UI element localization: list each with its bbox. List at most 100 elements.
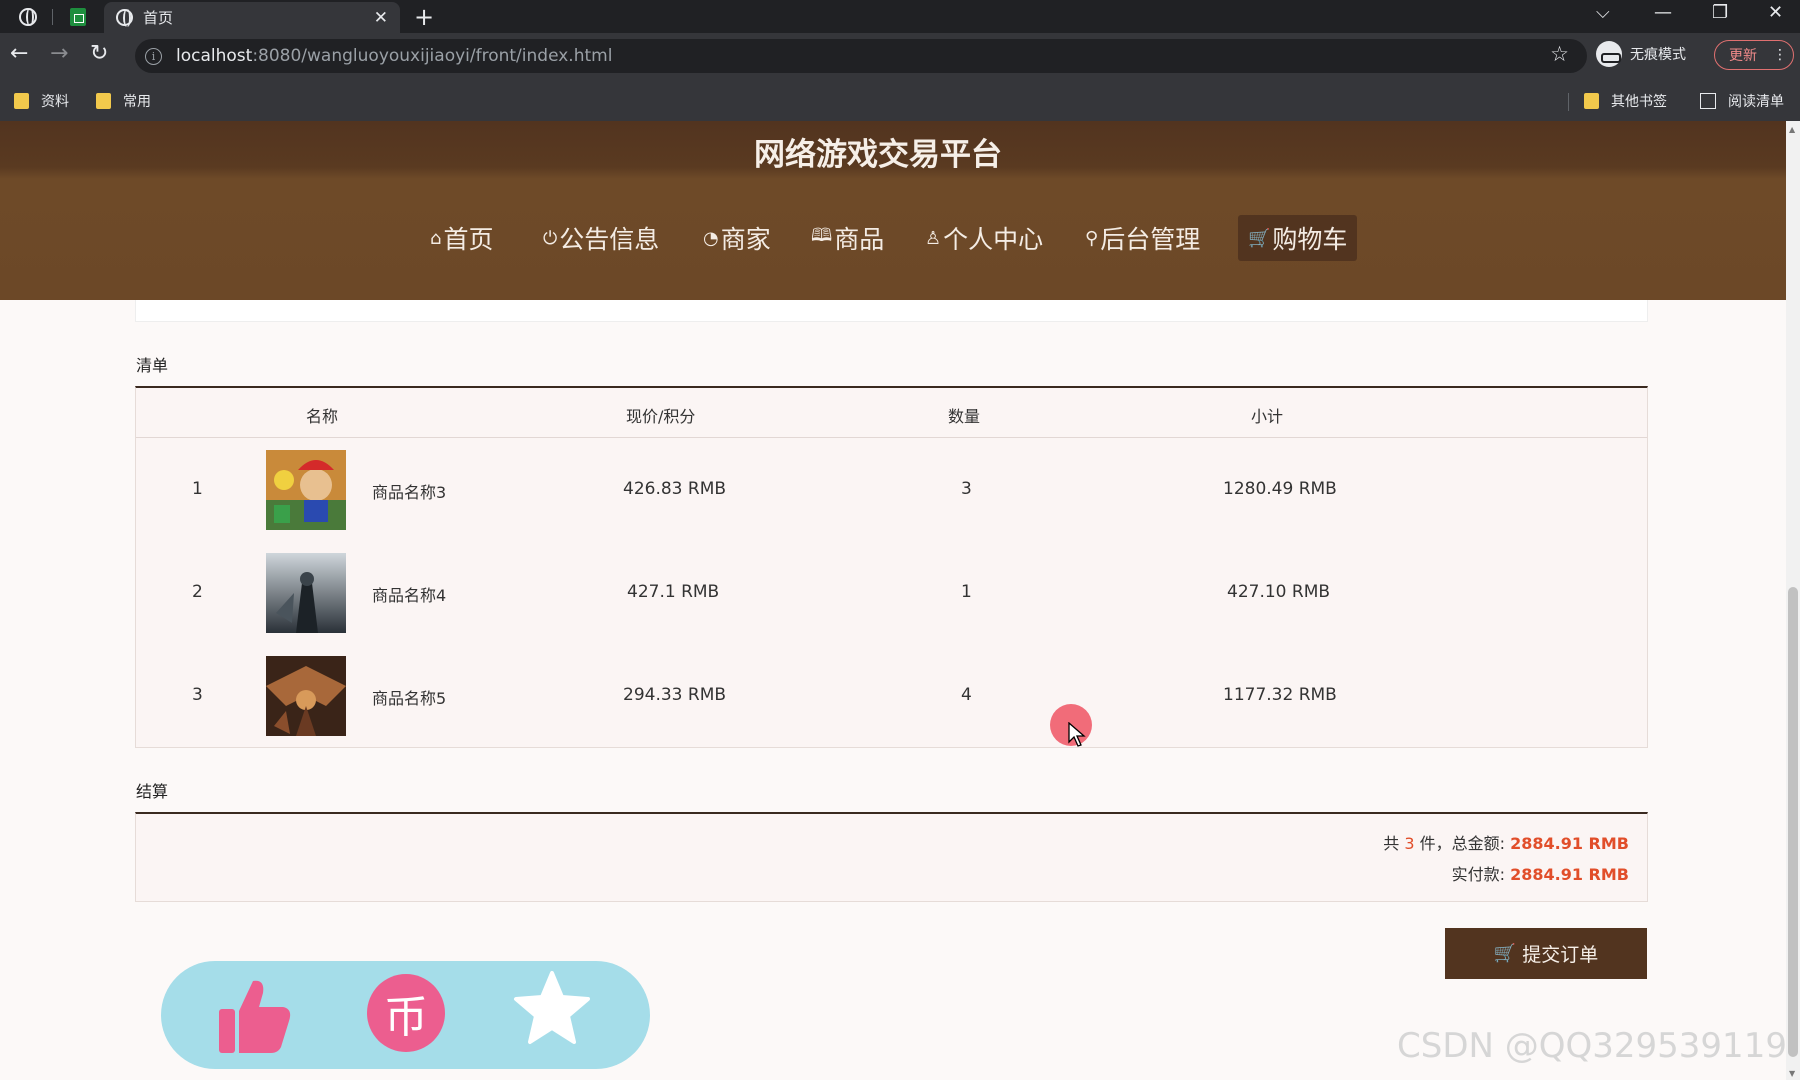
user-icon: ♙ <box>925 227 942 249</box>
star-icon[interactable] <box>513 969 591 1047</box>
nav-label: 首页 <box>443 225 494 254</box>
submit-order-label: 提交订单 <box>1522 944 1599 966</box>
forward-icon[interactable]: → <box>50 41 68 66</box>
bookmarks-bar: 资料 常用 其他书签 阅读清单 <box>0 83 1800 121</box>
page-scrollbar[interactable]: ▲ ▼ <box>1786 121 1800 1080</box>
back-icon[interactable]: ← <box>10 41 28 66</box>
product-subtotal: 1177.32 RMB <box>1223 685 1337 705</box>
coin-icon[interactable]: 币 <box>367 974 445 1052</box>
site-header: 网络游戏交易平台 ⌂ 首页 ⏻ 公告信息 ◔ 商家 🕮 商品 ♙ 个人中心 ⚲ 后台管理 🛒… <box>0 121 1786 300</box>
tab-search-icon[interactable]: ⌵ <box>1596 2 1610 23</box>
bookmark-separator <box>1568 93 1569 111</box>
browser-toolbar: ← → ↻ i localhost:8080/wangluoyouxijiaoy… <box>0 33 1800 121</box>
menu-dots-icon[interactable]: ⋮ <box>1773 47 1787 63</box>
product-qty: 3 <box>961 479 972 499</box>
url-path: :8080/wangluoyouxijiaoyi/front/index.htm… <box>252 46 613 66</box>
reading-list[interactable]: 阅读清单 <box>1700 91 1784 111</box>
product-name[interactable]: 商品名称4 <box>372 582 446 606</box>
product-name[interactable]: 商品名称3 <box>372 479 446 503</box>
column-header-name: 名称 <box>306 407 339 426</box>
address-bar[interactable]: i localhost:8080/wangluoyouxijiaoyi/fron… <box>135 39 1587 73</box>
previous-panel-edge <box>135 300 1648 322</box>
product-thumbnail[interactable] <box>266 656 346 736</box>
url-host: localhost <box>176 46 253 66</box>
paid-label: 实付款: <box>1451 865 1506 884</box>
update-button[interactable]: 更新 ⋮ <box>1714 40 1794 70</box>
product-subtotal: 1280.49 RMB <box>1223 479 1337 499</box>
product-subtotal: 427.10 RMB <box>1227 582 1331 602</box>
social-action-bar: 币 <box>161 961 650 1069</box>
table-row: 1 商品名称3 426.83 RMB 3 1280.49 RMB <box>136 440 1647 543</box>
table-row: 2 商品名称4 427.1 RMB 1 427.10 RMB <box>136 543 1647 646</box>
bookmark-label: 资料 <box>41 94 69 110</box>
globe-icon <box>19 8 37 26</box>
nav-label: 公告信息 <box>559 225 660 254</box>
product-name[interactable]: 商品名称5 <box>372 685 446 709</box>
watermark: CSDN @QQ3295391197 <box>1397 1026 1800 1066</box>
minimize-icon[interactable]: — <box>1654 2 1672 23</box>
bookmark-star-icon[interactable]: ☆ <box>1550 42 1569 66</box>
nav-label: 商家 <box>720 225 771 254</box>
thumbs-up-icon[interactable] <box>217 975 293 1055</box>
site-title: 网络游戏交易平台 <box>754 137 1002 173</box>
site-info-icon[interactable]: i <box>145 47 162 65</box>
column-header-qty: 数量 <box>948 407 981 426</box>
nav-products[interactable]: 🕮 商品 <box>801 215 894 261</box>
restore-icon[interactable]: ❐ <box>1712 2 1728 23</box>
submit-order-button[interactable]: 🛒 提交订单 <box>1445 928 1647 979</box>
browser-tab-active[interactable]: 首页 ✕ <box>104 2 400 33</box>
bookmark-folder-2[interactable]: 常用 <box>96 91 151 111</box>
product-qty: 4 <box>961 685 972 705</box>
column-header-price: 现价/积分 <box>626 407 696 426</box>
reading-list-label: 阅读清单 <box>1728 94 1784 110</box>
row-index: 2 <box>192 582 203 602</box>
other-bookmarks[interactable]: 其他书签 <box>1584 91 1667 111</box>
folder-icon <box>96 93 111 109</box>
link-icon: ⚲ <box>1085 227 1099 249</box>
scroll-down-icon[interactable]: ▼ <box>1789 1069 1795 1078</box>
browser-tab-strip: 首页 ✕ + ⌵ — ❐ ✕ <box>0 0 1800 33</box>
folder-icon <box>14 93 29 109</box>
nav-merchants[interactable]: ◔ 商家 <box>693 215 781 261</box>
nav-label: 后台管理 <box>1100 225 1201 254</box>
nav-admin[interactable]: ⚲ 后台管理 <box>1075 215 1210 261</box>
product-thumbnail[interactable] <box>266 553 346 633</box>
bookmark-label: 常用 <box>123 94 151 110</box>
tab-close-icon[interactable]: ✕ <box>374 8 388 28</box>
book-icon: 🕮 <box>811 225 833 246</box>
nav-label: 个人中心 <box>943 225 1044 254</box>
summary-total-line: 共 3 件，总金额: 2884.91 RMB <box>1383 830 1629 854</box>
new-tab-icon[interactable]: + <box>414 3 434 31</box>
incognito-label: 无痕模式 <box>1630 47 1686 63</box>
product-thumbnail[interactable] <box>266 450 346 530</box>
nav-label: 购物车 <box>1272 225 1348 254</box>
scrollbar-thumb[interactable] <box>1788 587 1798 1057</box>
scroll-up-icon[interactable]: ▲ <box>1789 125 1795 134</box>
url-text: localhost:8080/wangluoyouxijiaoyi/front/… <box>176 46 612 66</box>
bookmark-folder-1[interactable]: 资料 <box>14 91 69 111</box>
tab-separator <box>52 9 53 25</box>
pinned-tab-globe[interactable] <box>8 4 48 30</box>
nav-cart[interactable]: 🛒 购物车 <box>1238 215 1358 261</box>
paid-amount: 2884.91 RMB <box>1510 865 1629 884</box>
cart-icon: 🛒 <box>1493 943 1517 964</box>
summary-section-title: 结算 <box>136 782 169 801</box>
incognito-icon <box>1596 41 1622 67</box>
total-amount: 2884.91 RMB <box>1510 834 1629 853</box>
item-count: 3 <box>1404 834 1415 853</box>
product-price: 427.1 RMB <box>627 582 720 602</box>
tab-title: 首页 <box>143 9 174 27</box>
reload-icon[interactable]: ↻ <box>90 41 108 66</box>
pinned-tab-sheets[interactable] <box>58 4 98 30</box>
main-nav: ⌂ 首页 ⏻ 公告信息 ◔ 商家 🕮 商品 ♙ 个人中心 ⚲ 后台管理 🛒 购物车 <box>0 215 1786 261</box>
spreadsheet-icon <box>70 8 86 26</box>
nav-announcements[interactable]: ⏻ 公告信息 <box>533 215 669 261</box>
incognito-indicator[interactable]: 无痕模式 <box>1596 41 1686 67</box>
nav-profile[interactable]: ♙ 个人中心 <box>915 215 1053 261</box>
other-bookmarks-label: 其他书签 <box>1611 94 1667 110</box>
nav-home[interactable]: ⌂ 首页 <box>420 215 503 261</box>
close-window-icon[interactable]: ✕ <box>1768 2 1783 23</box>
page-viewport: 网络游戏交易平台 ⌂ 首页 ⏻ 公告信息 ◔ 商家 🕮 商品 ♙ 个人中心 ⚲ 后台管理 🛒… <box>0 121 1800 1080</box>
nav-label: 商品 <box>834 225 885 254</box>
cart-icon: 🛒 <box>1248 227 1271 249</box>
